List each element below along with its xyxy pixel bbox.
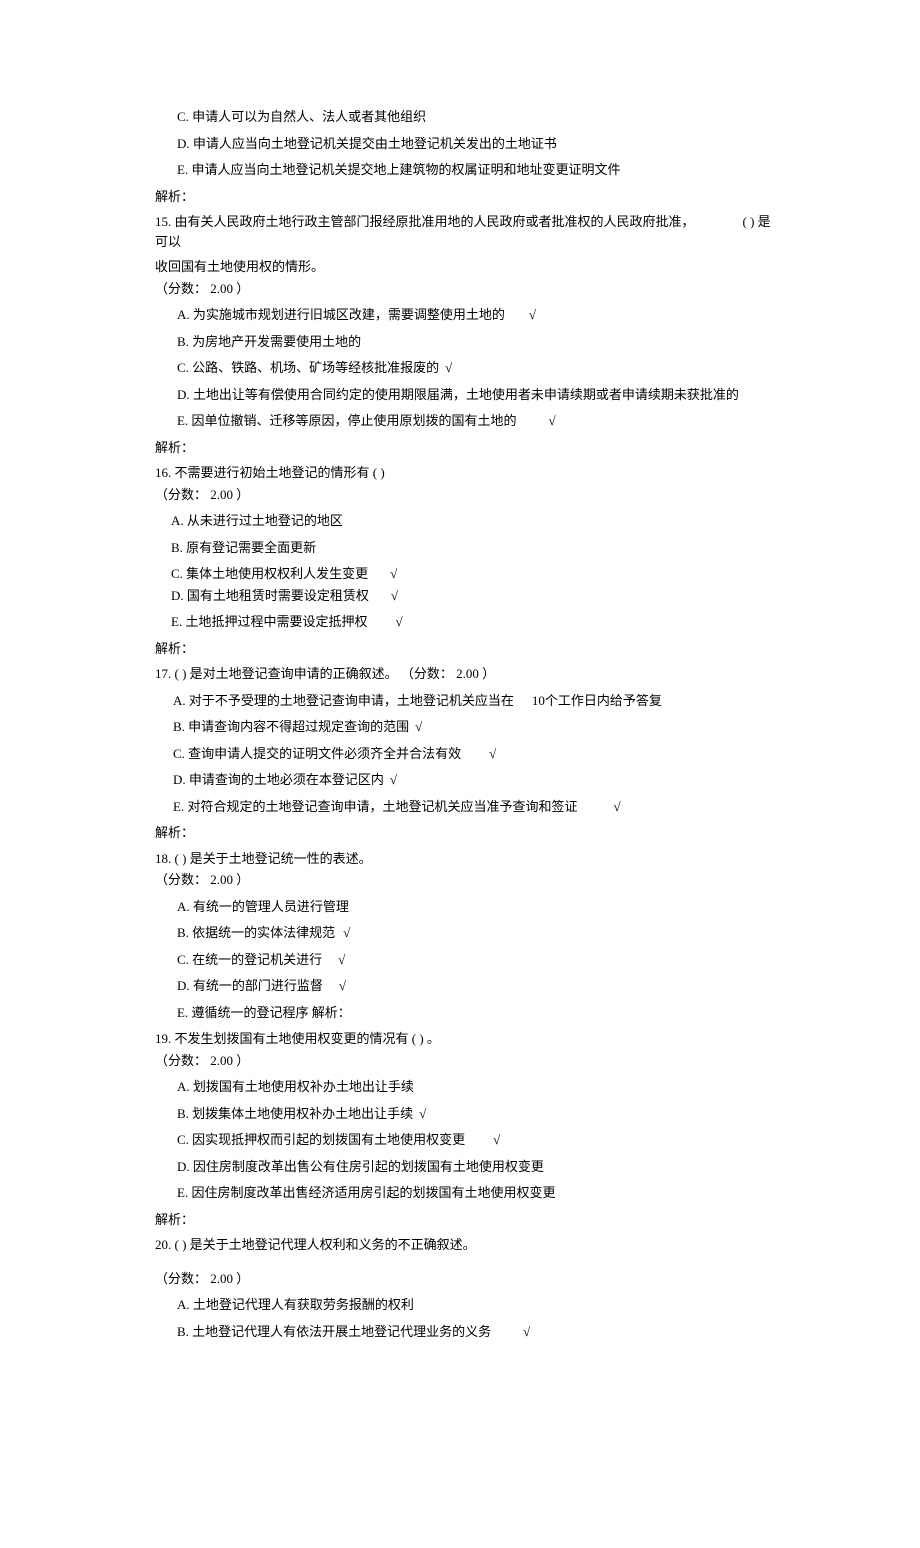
q17-option-e: E. 对符合规定的土地登记查询申请，土地登记机关应当准予查询和签证√: [173, 797, 780, 817]
q15-analysis: 解析：: [155, 438, 780, 458]
q18-score: （分数： 2.00 ）: [155, 870, 780, 890]
check-icon: √: [493, 1130, 500, 1150]
q16-option-d: D. 国有土地租赁时需要设定租赁权√: [171, 586, 780, 606]
q19-score: （分数： 2.00 ）: [155, 1051, 780, 1071]
check-icon: √: [339, 976, 346, 996]
q20-option-b: B. 土地登记代理人有依法开展土地登记代理业务的义务√: [177, 1322, 780, 1342]
q15-option-b: B. 为房地产开发需要使用土地的: [177, 332, 780, 352]
check-icon: √: [445, 358, 452, 378]
q14-option-d: D. 申请人应当向土地登记机关提交由土地登记机关发出的土地证书: [177, 134, 780, 154]
q16-option-b: B. 原有登记需要全面更新: [171, 538, 780, 558]
check-icon: √: [343, 923, 350, 943]
check-icon: √: [391, 586, 398, 606]
q14-option-c: C. 申请人可以为自然人、法人或者其他组织: [177, 107, 780, 127]
q17-analysis: 解析：: [155, 823, 780, 843]
q14-option-e: E. 申请人应当向土地登记机关提交地上建筑物的权属证明和地址变更证明文件: [177, 160, 780, 180]
q15-option-c: C. 公路、铁路、机场、矿场等经核批准报废的√: [177, 358, 780, 378]
q18-option-e: E. 遵循统一的登记程序 解析：: [177, 1003, 780, 1023]
q19-option-e: E. 因住房制度改革出售经济适用房引起的划拨国有土地使用权变更: [177, 1183, 780, 1203]
q15-stem: 15. 由有关人民政府土地行政主管部门报经原批准用地的人民政府或者批准权的人民政…: [155, 212, 780, 251]
q17-option-d: D. 申请查询的土地必须在本登记区内√: [173, 770, 780, 790]
q16-option-a: A. 从未进行过土地登记的地区: [171, 511, 780, 531]
check-icon: √: [415, 717, 422, 737]
q18-option-d: D. 有统一的部门进行监督√: [177, 976, 780, 996]
q16-stem: 16. 不需要进行初始土地登记的情形有 ( ): [155, 463, 780, 483]
q18-option-a: A. 有统一的管理人员进行管理: [177, 897, 780, 917]
q19-analysis: 解析：: [155, 1210, 780, 1230]
q19-option-a: A. 划拨国有土地使用权补办土地出让手续: [177, 1077, 780, 1097]
exam-page: C. 申请人可以为自然人、法人或者其他组织 D. 申请人应当向土地登记机关提交由…: [0, 0, 920, 1548]
q18-stem: 18. ( ) 是关于土地登记统一性的表述。: [155, 849, 780, 869]
q15-score: （分数： 2.00 ）: [155, 279, 780, 299]
q17-stem: 17. ( ) 是对土地登记查询申请的正确叙述。 （分数： 2.00 ）: [155, 664, 780, 684]
check-icon: √: [489, 744, 496, 764]
q14-analysis: 解析：: [155, 187, 780, 207]
q19-option-d: D. 因住房制度改革出售公有住房引起的划拨国有土地使用权变更: [177, 1157, 780, 1177]
check-icon: √: [613, 797, 620, 817]
q20-option-a: A. 土地登记代理人有获取劳务报酬的权利: [177, 1295, 780, 1315]
q15-option-d: D. 土地出让等有偿使用合同约定的使用期限届满，土地使用者未申请续期或者申请续期…: [177, 385, 780, 405]
q17-option-a: A. 对于不予受理的土地登记查询申请，土地登记机关应当在10个工作日内给予答复: [173, 691, 780, 711]
check-icon: √: [529, 305, 536, 325]
check-icon: √: [419, 1104, 426, 1124]
q16-analysis: 解析：: [155, 639, 780, 659]
q19-stem: 19. 不发生划拨国有土地使用权变更的情况有 ( ) 。: [155, 1029, 780, 1049]
q15-option-e: E. 因单位撤销、迁移等原因，停止使用原划拨的国有土地的√: [177, 411, 780, 431]
q16-score: （分数： 2.00 ）: [155, 485, 780, 505]
q15-stem-cont: 收回国有土地使用权的情形。: [155, 257, 780, 277]
check-icon: √: [395, 612, 402, 632]
q16-option-e: E. 土地抵押过程中需要设定抵押权√: [171, 612, 780, 632]
q20-stem: 20. ( ) 是关于土地登记代理人权利和义务的不正确叙述。: [155, 1235, 780, 1255]
q20-score: （分数： 2.00 ）: [155, 1269, 780, 1289]
check-icon: √: [548, 411, 555, 431]
q18-option-b: B. 依据统一的实体法律规范√: [177, 923, 780, 943]
check-icon: √: [390, 564, 397, 584]
q17-option-c: C. 查询申请人提交的证明文件必须齐全并合法有效√: [173, 744, 780, 764]
check-icon: √: [390, 770, 397, 790]
q19-option-b: B. 划拨集体土地使用权补办土地出让手续√: [177, 1104, 780, 1124]
check-icon: √: [523, 1322, 530, 1342]
q17-option-b: B. 申请查询内容不得超过规定查询的范围√: [173, 717, 780, 737]
q19-option-c: C. 因实现抵押权而引起的划拨国有土地使用权变更√: [177, 1130, 780, 1150]
check-icon: √: [338, 950, 345, 970]
q15-option-a: A. 为实施城市规划进行旧城区改建，需要调整使用土地的√: [177, 305, 780, 325]
q18-option-c: C. 在统一的登记机关进行√: [177, 950, 780, 970]
q16-option-c: C. 集体土地使用权权利人发生变更√: [171, 564, 780, 584]
